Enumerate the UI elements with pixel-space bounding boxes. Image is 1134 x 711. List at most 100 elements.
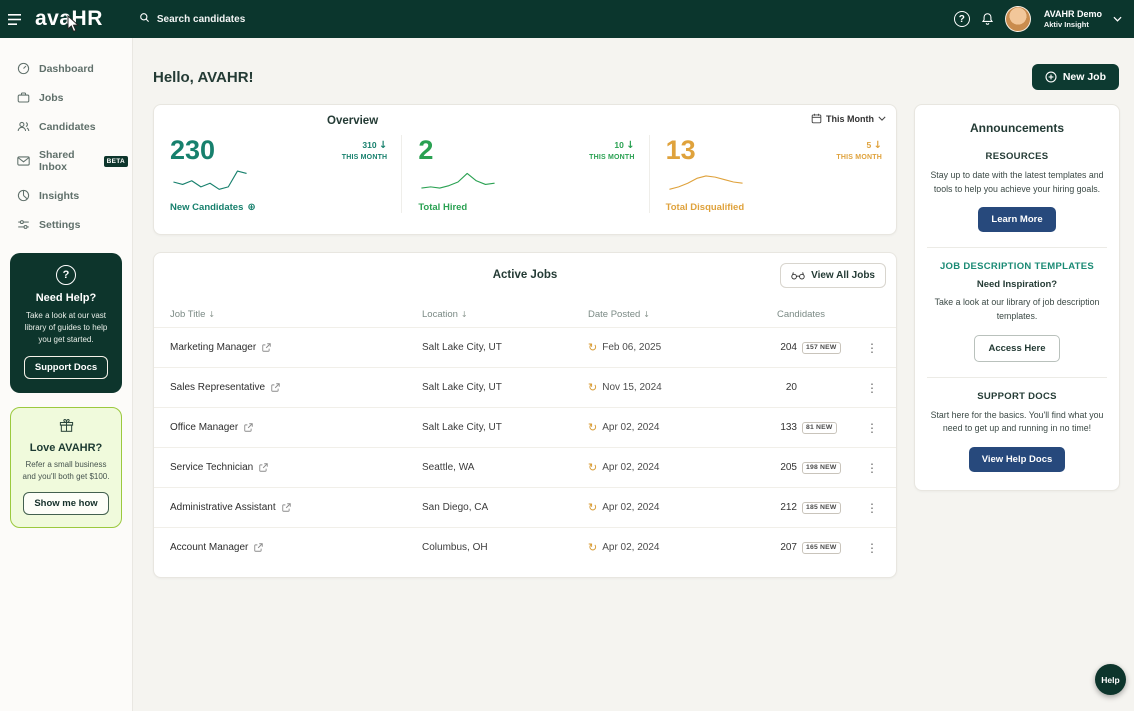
sidebar: Dashboard Jobs Candidates Shared Inbox B… [0,38,133,711]
candidate-search[interactable] [139,10,287,28]
sidebar-item-shared-inbox[interactable]: Shared Inbox BETA [0,141,132,181]
external-link-icon [244,423,253,432]
stat-label[interactable]: New Candidates ⊕ [170,202,387,213]
sidebar-item-label: Shared Inbox [39,149,75,173]
arrow-down-icon: ↓ [873,140,882,151]
new-candidates-badge: 157 NEW [802,341,841,354]
job-candidates[interactable]: 133 81 NEW [777,421,850,434]
support-docs-button[interactable]: Support Docs [23,356,109,379]
column-header-job-title[interactable]: Job Title ↓ [170,309,422,320]
row-actions-menu[interactable]: ⋮ [850,341,880,355]
section-body: Start here for the basics. You'll find w… [930,409,1104,434]
row-actions-menu[interactable]: ⋮ [850,501,880,515]
page-greeting: Hello, AVAHR! [153,68,254,86]
sparkline-chart [173,170,247,190]
binoculars-icon [791,271,805,280]
sort-icon: ↓ [643,309,650,319]
job-title-link[interactable]: Service Technician [170,462,422,473]
job-candidates[interactable]: 20 [777,382,850,393]
repost-icon[interactable]: ↻ [588,462,597,473]
job-row: Account Manager Columbus, OH ↻ Apr 02, 2… [154,527,896,567]
divider [927,376,1107,378]
job-date-posted: ↻ Apr 02, 2024 [588,541,660,554]
job-title-link[interactable]: Administrative Assistant [170,502,422,513]
job-location: Salt Lake City, UT [422,342,502,353]
stat-label[interactable]: Total Hired [418,202,634,213]
announcement-section-job-description-templates: JOB DESCRIPTION TEMPLATES Need Inspirati… [927,261,1107,362]
new-candidates-badge: 81 NEW [802,421,837,434]
stat-label[interactable]: Total Disqualified [666,202,882,213]
need-help-body: Take a look at our vast library of guide… [24,311,108,344]
announcement-section-resources: RESOURCES Stay up to date with the lates… [927,151,1107,233]
show-me-how-button[interactable]: Show me how [23,492,109,515]
menu-icon[interactable] [8,13,21,25]
sidebar-item-insights[interactable]: Insights [0,181,132,210]
repost-icon[interactable]: ↻ [588,382,597,393]
job-title-link[interactable]: Marketing Manager [170,342,422,353]
repost-icon[interactable]: ↻ [588,422,597,433]
bell-icon[interactable] [981,12,994,26]
job-title-link[interactable]: Office Manager [170,422,422,433]
sparkline-chart [421,172,495,189]
sidebar-item-dashboard[interactable]: Dashboard [0,54,132,83]
refer-title: Love AVAHR? [29,442,103,454]
sidebar-item-settings[interactable]: Settings [0,210,132,239]
external-link-icon [259,463,268,472]
user-organization: Aktiv Insight [1043,19,1089,29]
stat-value: 13 [665,135,696,165]
job-row: Service Technician Seattle, WA ↻ Apr 02,… [154,447,896,487]
section-body: Stay up to date with the latest template… [930,170,1104,194]
job-candidates[interactable]: 205 198 NEW [777,461,850,474]
period-select[interactable]: This Month [811,113,886,124]
job-date-posted: ↻ Feb 06, 2025 [588,341,662,354]
beta-badge: BETA [103,155,128,167]
job-title-link[interactable]: Sales Representative [170,382,422,393]
repost-icon[interactable]: ↻ [588,542,597,553]
repost-icon[interactable]: ↻ [588,342,597,353]
job-date-posted: ↻ Apr 02, 2024 [588,421,660,434]
new-job-button[interactable]: New Job [1031,64,1119,90]
column-header-location[interactable]: Location ↓ [422,309,588,320]
row-actions-menu[interactable]: ⋮ [850,421,880,435]
stat-delta: 10 ↓ THIS MONTH [589,140,635,161]
sidebar-item-candidates[interactable]: Candidates [0,112,132,141]
arrow-down-icon: ↓ [378,140,388,151]
job-date-posted: ↻ Apr 02, 2024 [588,461,660,474]
topbar: avaHR ? AVAHR Demo Aktiv Insight [0,0,1134,38]
job-candidates[interactable]: 212 185 NEW [777,501,850,514]
job-date-posted: ↻ Apr 02, 2024 [588,501,660,514]
view-help-docs-button[interactable]: View Help Docs [968,446,1066,472]
job-title-link[interactable]: Account Manager [170,542,422,553]
job-candidates[interactable]: 204 157 NEW [777,341,850,354]
job-location: San Diego, CA [422,502,489,513]
job-candidates[interactable]: 207 165 NEW [777,541,850,554]
help-fab[interactable]: Help [1095,664,1126,695]
view-all-jobs-button[interactable]: View All Jobs [780,263,886,288]
row-actions-menu[interactable]: ⋮ [850,461,880,475]
sort-icon: ↓ [208,309,216,319]
user-avatar[interactable] [1004,6,1031,32]
repost-icon[interactable]: ↻ [588,502,597,513]
need-help-card: ? Need Help? Take a look at our vast lib… [10,253,122,393]
chevron-down-icon [878,116,886,121]
section-heading: RESOURCES [985,151,1049,162]
sidebar-item-label: Settings [39,218,81,231]
learn-more-button[interactable]: Learn More [978,207,1056,233]
avahr-logo[interactable]: avaHR [35,7,103,31]
pie-chart-icon [17,189,30,202]
stat-total-hired: 2 10 ↓ THIS MONTH Total Hired [401,135,648,213]
help-circle-icon[interactable]: ? [953,11,970,27]
sidebar-item-jobs[interactable]: Jobs [0,83,132,112]
stat-new-candidates: 230 310 ↓ THIS MONTH New Candidates ⊕ [154,135,401,214]
sidebar-item-label: Insights [39,189,80,202]
row-actions-menu[interactable]: ⋮ [850,381,880,395]
search-input[interactable] [156,13,287,25]
stat-value: 230 [170,135,216,165]
gauge-icon [17,62,30,75]
chevron-down-icon[interactable] [1113,16,1122,22]
column-header-date-posted[interactable]: Date Posted ↓ [588,309,777,320]
row-actions-menu[interactable]: ⋮ [850,541,880,555]
new-job-label: New Job [1062,71,1106,83]
question-circle-icon: ? [56,265,76,285]
access-here-button[interactable]: Access Here [974,334,1060,362]
